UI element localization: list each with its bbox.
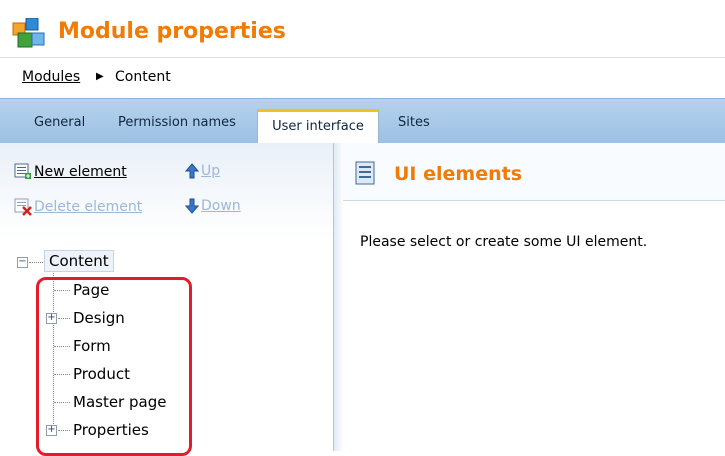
delete-element-icon	[14, 198, 32, 216]
tab-general[interactable]: General	[34, 115, 85, 130]
arrow-up-icon	[185, 163, 199, 179]
down-button[interactable]: Down	[185, 198, 241, 214]
tab-sites[interactable]: Sites	[398, 115, 430, 130]
breadcrumb-modules-link[interactable]: Modules	[22, 69, 80, 85]
page-title: Module properties	[58, 19, 286, 44]
tree-connector	[29, 262, 43, 263]
element-toolbar: New element Up Delete element Down	[0, 143, 333, 238]
left-panel: New element Up Delete element Down − Con…	[0, 143, 334, 456]
tab-permission-names[interactable]: Permission names	[118, 115, 236, 130]
tab-bar: General Permission names User interface …	[0, 98, 725, 144]
up-button[interactable]: Up	[185, 163, 220, 179]
tab-user-interface[interactable]: User interface	[257, 109, 379, 144]
ui-elements-icon	[355, 161, 375, 185]
empty-state-message: Please select or create some UI element.	[360, 234, 648, 250]
title-bar: Module properties	[0, 0, 725, 57]
up-label: Up	[201, 163, 221, 179]
delete-element-button[interactable]: Delete element	[14, 198, 142, 216]
tree-root-content[interactable]: Content	[44, 250, 114, 272]
down-label: Down	[201, 198, 241, 214]
collapse-toggle-icon[interactable]: −	[17, 257, 28, 268]
new-element-button[interactable]: New element	[14, 163, 127, 181]
delete-element-label: Delete element	[34, 199, 143, 215]
arrow-down-icon	[185, 198, 199, 214]
new-element-icon	[14, 163, 31, 179]
ui-elements-header: UI elements	[343, 143, 725, 201]
breadcrumb-arrow-icon: ▶	[96, 71, 104, 82]
module-properties-icon	[12, 18, 45, 48]
highlight-annotation	[36, 277, 192, 456]
new-element-label: New element	[34, 164, 127, 180]
breadcrumb: Modules ▶ Content	[0, 57, 725, 99]
ui-elements-title: UI elements	[394, 163, 522, 185]
breadcrumb-current: Content	[115, 69, 171, 85]
